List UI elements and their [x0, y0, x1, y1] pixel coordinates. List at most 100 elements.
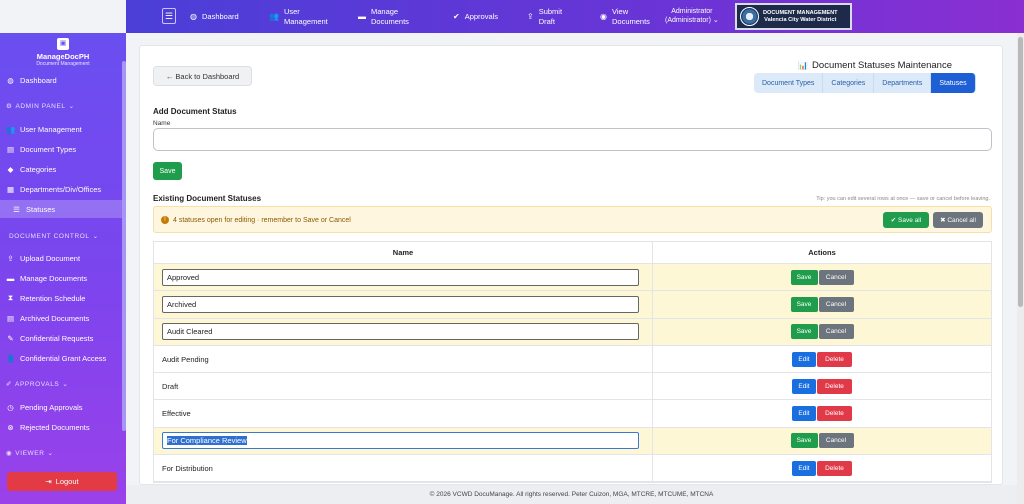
sidebar-item[interactable]: ▤ Archived Documents	[0, 309, 122, 327]
row-delete-button[interactable]: Delete	[817, 378, 852, 394]
page-scrollbar-thumb[interactable]	[1018, 37, 1023, 307]
sidebar-item[interactable]: ☰ Statuses	[0, 200, 122, 218]
row-edit-button[interactable]: Edit	[792, 378, 816, 394]
table-row: Archived Save Cancel	[154, 291, 991, 319]
sidebar-section-header[interactable]: ⚙ ADMIN PANEL ⌄	[6, 102, 75, 111]
status-name-cell: Archived	[154, 291, 653, 318]
page-scrollbar[interactable]	[1017, 33, 1024, 504]
status-name-value: Audit Cleared	[167, 327, 213, 337]
nav-label: Approvals	[464, 11, 499, 21]
status-name-input[interactable]: Approved	[162, 268, 639, 286]
sidebar-item[interactable]: ◍ Dashboard	[0, 71, 122, 89]
back-to-dashboard-button[interactable]: ← Back to Dashboard	[153, 66, 252, 86]
users-icon: 👥	[269, 11, 279, 21]
chevron-down-icon: ⌄	[92, 233, 99, 240]
sidebar-item[interactable]: ◆ Categories	[0, 160, 122, 178]
tab-statuses[interactable]: Statuses	[931, 73, 976, 93]
brand-logo-box: DOCUMENT MANAGEMENT Valencia City Water …	[735, 3, 852, 30]
row-cancel-button[interactable]: Cancel	[818, 296, 854, 312]
sidebar-section-header[interactable]: DOCUMENT CONTROL ⌄	[6, 232, 99, 241]
nav-check-circle[interactable]: ✔ Approvals	[453, 0, 498, 33]
sidebar-item[interactable]: 👥 User Management	[0, 120, 122, 138]
status-name: Audit Pending	[162, 354, 209, 364]
sidebar-scrollbar[interactable]	[122, 61, 126, 431]
save-button[interactable]: Save	[153, 162, 182, 180]
table-row: Audit Pending Edit Delete	[154, 345, 991, 374]
row-edit-button[interactable]: Edit	[792, 351, 816, 367]
upload-icon: ⇪	[527, 11, 534, 21]
status-name: For Distribution	[162, 463, 213, 473]
admin-name: Administrator	[671, 8, 713, 15]
page-title-text: Document Statuses Maintenance	[812, 60, 952, 71]
row-cancel-button[interactable]: Cancel	[818, 433, 854, 449]
eye-icon: ◉	[6, 450, 13, 457]
sidebar-section-header[interactable]: ◉ VIEWER ⌄	[6, 449, 54, 458]
row-delete-button[interactable]: Delete	[817, 351, 852, 367]
app-name: ManageDocPH	[36, 52, 90, 61]
status-name-input[interactable]: For Compliance Review	[162, 432, 639, 450]
page-title: 📊 Document Statuses Maintenance	[798, 60, 952, 71]
sidebar-item[interactable]: ◷ Pending Approvals	[0, 398, 122, 416]
editing-alert: ! 4 statuses open for editing · remember…	[153, 206, 992, 233]
table-row: Approved Save Cancel	[154, 264, 991, 292]
user-lock-icon: 👤	[6, 353, 16, 363]
sidebar-item[interactable]: ⧗ Retention Schedule	[0, 289, 122, 307]
status-name-cell: Effective	[154, 400, 653, 427]
cancel-all-button[interactable]: ✖ Cancel all	[933, 212, 983, 228]
status-name-cell: For Compliance Review	[154, 427, 653, 455]
row-save-button[interactable]: Save	[790, 296, 818, 312]
row-edit-button[interactable]: Edit	[792, 406, 816, 422]
save-all-button[interactable]: ✔ Save all	[883, 212, 929, 228]
nav-folder[interactable]: ▬ Manage Documents	[358, 0, 409, 33]
row-cancel-button[interactable]: Cancel	[818, 324, 854, 340]
nav-label: Dashboard	[201, 11, 239, 21]
table-row: For Distribution Edit Delete	[154, 455, 991, 483]
nav-users[interactable]: 👥 User Management	[269, 0, 328, 33]
chevron-down-icon: ⌄	[68, 103, 75, 110]
status-name-input[interactable]: Archived	[162, 295, 639, 313]
row-cancel-button[interactable]: Cancel	[818, 269, 854, 285]
status-name-value: Approved	[167, 272, 200, 282]
tab-categories[interactable]: Categories	[823, 73, 875, 93]
row-delete-button[interactable]: Delete	[817, 460, 852, 476]
dashboard-icon: ◍	[7, 75, 14, 85]
sidebar-item[interactable]: ▬ Manage Documents	[0, 269, 122, 287]
sidebar-item[interactable]: ✎ Confidential Requests	[0, 329, 122, 347]
nav-eye[interactable]: ◉ View Documents	[600, 0, 650, 33]
name-input[interactable]	[153, 128, 992, 151]
sidebar-item[interactable]: ▤ Document Types	[0, 140, 122, 158]
sidebar-item[interactable]: ⊗ Rejected Documents	[0, 418, 122, 436]
brand-line-2: Valencia City Water District	[764, 16, 837, 23]
row-delete-button[interactable]: Delete	[817, 406, 852, 422]
row-save-button[interactable]: Save	[790, 433, 818, 449]
menu-toggle-button[interactable]: ☰	[162, 8, 176, 24]
row-save-button[interactable]: Save	[790, 324, 818, 340]
sidebar-item[interactable]: 👤 Confidential Grant Access	[0, 349, 122, 367]
row-save-button[interactable]: Save	[790, 269, 818, 285]
row-edit-button[interactable]: Edit	[792, 460, 816, 476]
x-circle-icon: ⊗	[7, 422, 14, 432]
sidebar: ▣ ManageDocPH Document Management ◍ Dashb…	[0, 33, 126, 504]
status-name-input[interactable]: Audit Cleared	[162, 323, 639, 341]
edit-request-icon: ✎	[7, 333, 14, 343]
tab-departments[interactable]: Departments	[874, 73, 932, 93]
nav-dashboard[interactable]: ◍ Dashboard	[190, 0, 239, 33]
editing-tip: Tip: you can edit several rows at once —…	[816, 196, 990, 202]
tags-icon: ◆	[7, 164, 14, 174]
actions-cell: Save Cancel	[653, 428, 991, 454]
actions-cell: Edit Delete	[653, 346, 991, 372]
nav-upload[interactable]: ⇪ Submit Draft	[527, 0, 562, 33]
tab-document-types[interactable]: Document Types	[754, 73, 824, 93]
section-label: VIEWER	[15, 449, 45, 457]
sidebar-item[interactable]: ⇪ Upload Document	[0, 249, 122, 267]
nav-label: User Management	[283, 6, 328, 26]
admin-user-dropdown[interactable]: Administrator (Administrator) ⌄	[665, 7, 719, 25]
logout-button[interactable]: ⇥ Logout	[7, 472, 117, 491]
sidebar-item-label: Upload Document	[20, 253, 81, 263]
district-seal-icon	[740, 7, 759, 26]
sidebar-section-header[interactable]: ✐ APPROVALS ⌄	[6, 380, 68, 389]
alert-text: 4 statuses open for editing · remember t…	[173, 216, 351, 224]
sidebar-item-label: User Management	[20, 124, 82, 134]
sidebar-item[interactable]: ▦ Departments/Div/Offices	[0, 180, 122, 198]
footer: © 2026 VCWD DocuManage. All rights reser…	[126, 485, 1017, 504]
